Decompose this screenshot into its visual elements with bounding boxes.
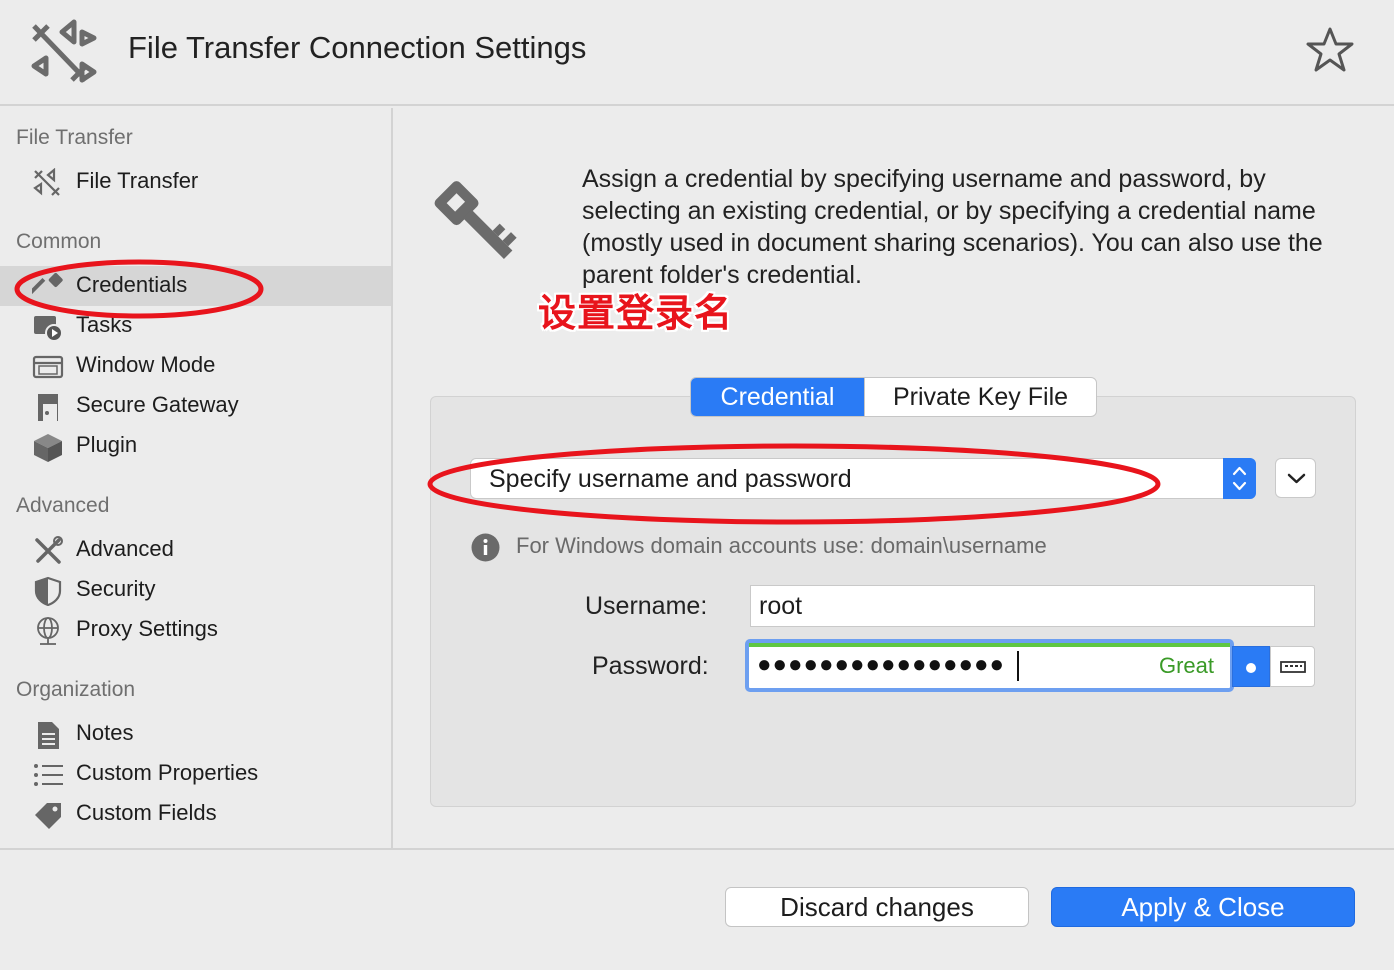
notes-icon: [38, 722, 59, 749]
sidebar-item-credentials[interactable]: Credentials: [0, 266, 391, 306]
section-title-file-transfer: File Transfer: [16, 126, 133, 149]
file-transfer-app-icon: [31, 19, 97, 83]
sidebar-item-custom-fields[interactable]: Custom Fields: [0, 794, 391, 834]
title-bar: File Transfer Connection Settings: [0, 0, 1394, 106]
sidebar-item-label: Notes: [76, 720, 134, 745]
tasks-icon: [34, 316, 63, 342]
sidebar-item-label: Tasks: [76, 312, 133, 337]
tools-icon: [35, 536, 63, 564]
show-password-button[interactable]: [1232, 646, 1270, 687]
sidebar-item-custom-properties[interactable]: Custom Properties: [0, 754, 391, 794]
sidebar-item-notes[interactable]: Notes: [0, 714, 391, 754]
sidebar-item-label: Secure Gateway: [76, 392, 239, 417]
list-icon: [34, 764, 63, 786]
sidebar-item-tasks[interactable]: Tasks: [0, 306, 391, 346]
sidebar-item-plugin[interactable]: Plugin: [0, 426, 391, 466]
up-down-chevron-icon: [1232, 466, 1247, 491]
tag-icon: [35, 803, 61, 829]
credential-mode-select[interactable]: Specify username and password: [470, 458, 1256, 499]
info-icon: [471, 533, 500, 562]
tab-credential[interactable]: Credential: [691, 378, 864, 416]
select-stepper[interactable]: [1223, 458, 1256, 499]
username-field[interactable]: root: [750, 585, 1315, 627]
key-icon: [32, 273, 63, 295]
discard-changes-button[interactable]: Discard changes: [725, 887, 1029, 927]
password-strength-bar: [749, 643, 1230, 647]
globe-icon: [37, 617, 59, 645]
section-title-organization: Organization: [16, 678, 136, 701]
sidebar-item-secure-gateway[interactable]: Secure Gateway: [0, 386, 391, 426]
credential-key-icon: [434, 181, 517, 259]
credential-type-tabs: Credential Private Key File: [690, 377, 1097, 417]
apply-close-button[interactable]: Apply & Close: [1051, 887, 1355, 927]
sidebar-item-file-transfer[interactable]: File Transfer: [0, 162, 391, 202]
section-title-advanced: Advanced: [16, 494, 110, 517]
password-field[interactable]: ●●●●●●●●●●●●●●●● Great: [745, 639, 1234, 692]
domain-hint-text: For Windows domain accounts use: domain\…: [516, 533, 1047, 558]
plugin-cube-icon: [34, 434, 62, 462]
sidebar-item-advanced[interactable]: Advanced: [0, 530, 391, 570]
credential-description: Assign a credential by specifying userna…: [582, 165, 1323, 289]
dot-icon: [1246, 663, 1256, 673]
password-label: Password:: [592, 652, 709, 680]
sidebar-item-window-mode[interactable]: Window Mode: [0, 346, 391, 386]
shield-icon: [34, 576, 62, 606]
sidebar-item-label: Plugin: [76, 432, 138, 457]
password-strength-label: Great: [1158, 653, 1214, 678]
keyboard-icon: [1280, 661, 1306, 673]
chevron-down-icon: [1287, 473, 1306, 484]
window-icon: [32, 355, 64, 379]
file-transfer-icon: [33, 168, 60, 196]
sidebar-item-label: Custom Properties: [76, 760, 259, 785]
footer-divider: [0, 848, 1394, 850]
sidebar-item-label: Security: [76, 576, 156, 601]
gateway-icon: [38, 394, 58, 421]
annotation-label: 设置登录名: [538, 293, 734, 335]
sidebar-item-label: Proxy Settings: [76, 616, 218, 641]
text-caret: [1017, 651, 1019, 681]
credential-mode-value: Specify username and password: [489, 465, 852, 493]
password-mask: ●●●●●●●●●●●●●●●●: [757, 651, 1005, 678]
sidebar-item-label: File Transfer: [76, 168, 199, 193]
sidebar-item-label: Window Mode: [76, 352, 216, 377]
sidebar-item-security[interactable]: Security: [0, 570, 391, 610]
sidebar-item-label: Credentials: [76, 272, 188, 297]
favorite-star-icon[interactable]: [1304, 24, 1356, 76]
credential-menu-button[interactable]: [1275, 458, 1316, 498]
tab-private-key-file[interactable]: Private Key File: [864, 378, 1096, 416]
sidebar-item-proxy-settings[interactable]: Proxy Settings: [0, 610, 391, 650]
window-title: File Transfer Connection Settings: [128, 30, 587, 65]
password-generator-button[interactable]: [1270, 646, 1315, 687]
username-label: Username:: [585, 592, 708, 620]
sidebar-item-label: Custom Fields: [76, 800, 217, 825]
sidebar: File Transfer File Transfer Common Crede…: [0, 108, 393, 849]
section-title-common: Common: [16, 230, 102, 253]
sidebar-item-label: Advanced: [76, 536, 174, 561]
